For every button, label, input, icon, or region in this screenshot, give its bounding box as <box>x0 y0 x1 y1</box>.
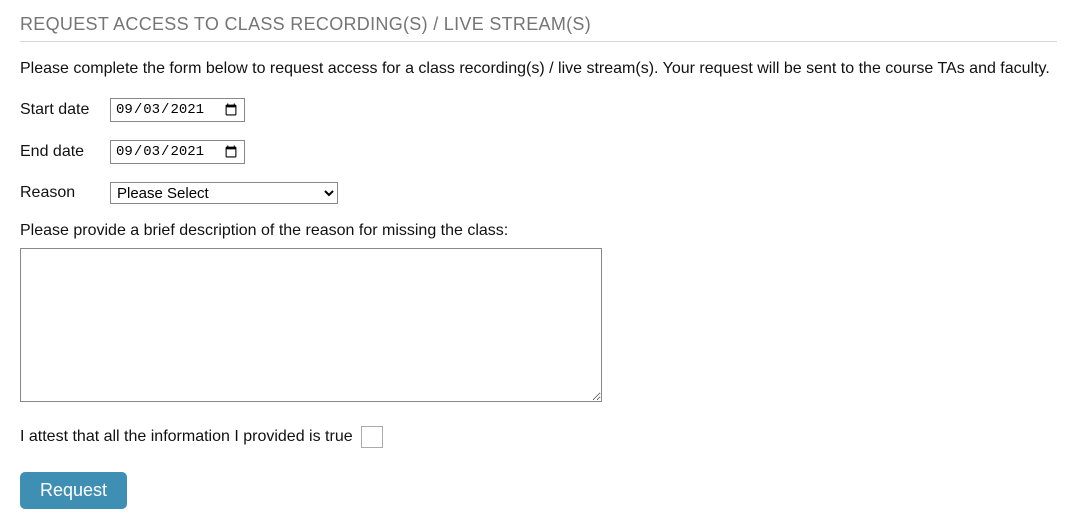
start-date-row: Start date <box>20 98 1057 122</box>
section-title: REQUEST ACCESS TO CLASS RECORDING(S) / L… <box>20 14 1057 42</box>
end-date-input[interactable] <box>110 140 245 164</box>
request-button[interactable]: Request <box>20 472 127 509</box>
end-date-row: End date <box>20 140 1057 164</box>
reason-select[interactable]: Please Select <box>110 182 338 204</box>
start-date-input[interactable] <box>110 98 245 122</box>
description-textarea[interactable] <box>20 248 602 402</box>
reason-row: Reason Please Select <box>20 182 1057 204</box>
description-label: Please provide a brief description of th… <box>20 222 1057 240</box>
end-date-label: End date <box>20 143 110 161</box>
attestation-label: I attest that all the information I prov… <box>20 428 353 446</box>
start-date-label: Start date <box>20 101 110 119</box>
intro-text: Please complete the form below to reques… <box>20 60 1057 78</box>
attestation-checkbox[interactable] <box>361 426 383 448</box>
reason-label: Reason <box>20 184 110 202</box>
attestation-row: I attest that all the information I prov… <box>20 426 1057 448</box>
